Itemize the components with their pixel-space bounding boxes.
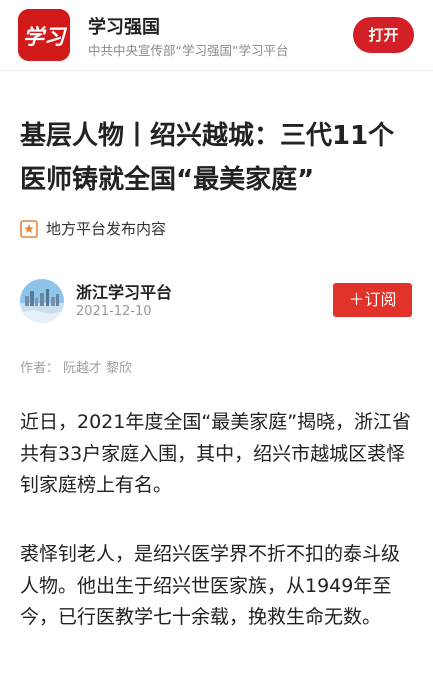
city-skyline-avatar-icon (20, 279, 64, 323)
publish-date: 2021-12-10 (76, 304, 152, 319)
app-description: 中共中央宣传部“学习强国”学习平台 (88, 43, 289, 58)
author-name: 阮越才 (63, 361, 103, 376)
open-app-button[interactable]: 打开 (353, 17, 414, 53)
article-paragraph: 近日，2021年度全国“最美家庭”揭晓，浙江省共有33户家庭入围，其中，绍兴市越… (20, 411, 412, 496)
xuexi-app-logo[interactable]: 学习 (18, 9, 70, 61)
source-label: 地方平台发布内容 (46, 220, 167, 238)
subscribe-button[interactable]: ＋订阅 (333, 283, 412, 317)
local-platform-badge-icon (20, 220, 38, 238)
app-logo-calligraphy-icon: 学习 (18, 9, 70, 61)
author-name: 黎欣 (106, 361, 133, 376)
channel-name[interactable]: 浙江学习平台 (76, 279, 172, 303)
article-paragraph: 裘怿钊老人，是绍兴医学界不折不扣的泰斗级人物。他出生于绍兴世医家族，从1949年… (20, 543, 401, 628)
article-title: 基层人物丨绍兴越城：三代11个医师铸就全国“最美家庭” (20, 121, 395, 195)
byline-prefix: 作者： (20, 361, 60, 376)
app-logo-text: 学习 (23, 24, 68, 49)
app-name: 学习强国 (88, 17, 160, 38)
app-download-banner: 学习 学习强国 中共中央宣传部“学习强国”学习平台 打开 (0, 0, 433, 71)
channel-avatar[interactable] (20, 279, 64, 323)
byline: 作者： 阮越才 黎欣 (20, 357, 136, 376)
